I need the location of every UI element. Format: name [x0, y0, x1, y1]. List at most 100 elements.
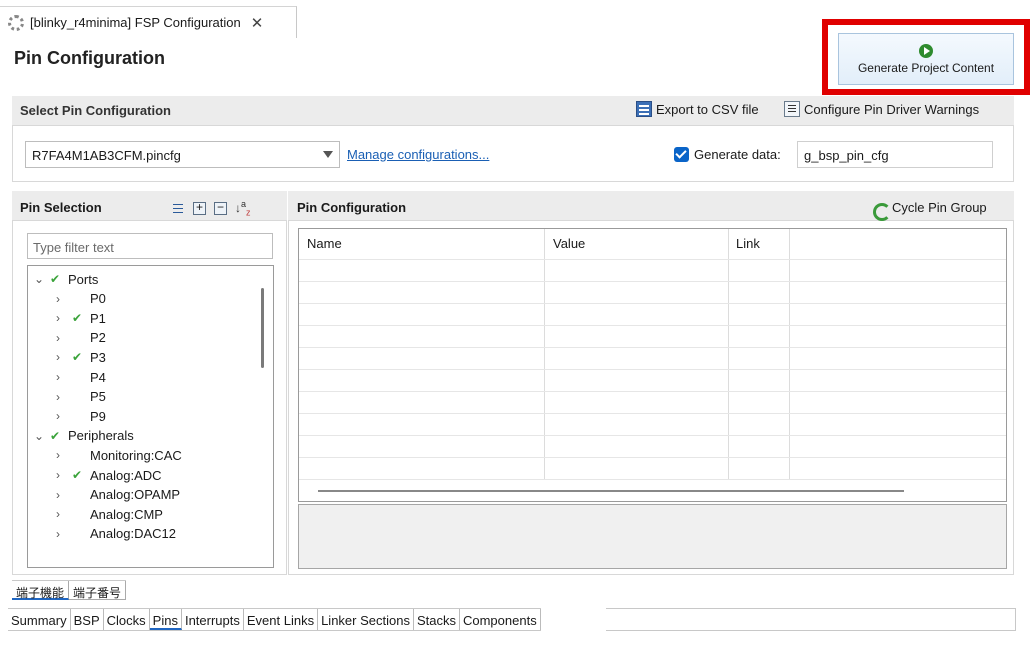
tree-item[interactable]: › P4	[56, 367, 106, 387]
table-row-divider	[299, 435, 1006, 436]
gear-icon	[8, 14, 24, 31]
check-icon: ✔	[72, 468, 83, 482]
tree-item-label: P3	[90, 349, 106, 365]
chevron-right-icon[interactable]: ›	[56, 331, 66, 345]
tree-item[interactable]: › P5	[56, 387, 106, 407]
bottom-tabs-filler	[606, 608, 1016, 631]
table-horizontal-scrollbar[interactable]	[318, 490, 904, 492]
tab-pin-function[interactable]: 端子機能	[12, 581, 70, 600]
editor-tab[interactable]: [blinky_r4minima] FSP Configuration ✕	[0, 6, 297, 38]
tab-clocks[interactable]: Clocks	[104, 609, 150, 630]
tree-item-label: P1	[90, 310, 106, 326]
collapse-all-icon[interactable]	[214, 200, 227, 215]
tree-item-label: P5	[90, 389, 106, 405]
manage-configurations-link[interactable]: Manage configurations...	[347, 147, 489, 162]
spreadsheet-icon	[636, 101, 652, 117]
tree-scrollbar-thumb[interactable]	[261, 288, 264, 368]
configure-warnings-label: Configure Pin Driver Warnings	[804, 101, 980, 117]
chevron-right-icon[interactable]: ›	[56, 390, 66, 404]
tree-item[interactable]: › P2	[56, 328, 106, 348]
chevron-right-icon[interactable]: ›	[56, 448, 66, 462]
generate-data-checkbox[interactable]	[674, 147, 689, 162]
check-icon: ✔	[72, 350, 83, 365]
chevron-right-icon[interactable]: ›	[56, 350, 66, 364]
pin-tree[interactable]: ⌄ ✔ Ports › P0 › ✔ P1 › P2 › ✔ P3 › P4 › P5 › P9 ⌄ ✔ Peripher…	[27, 265, 274, 568]
tree-item[interactable]: › ✔ P3	[56, 347, 106, 367]
pin-details-area	[298, 504, 1007, 569]
tree-item-label: P9	[90, 408, 106, 424]
tab-bsp[interactable]: BSP	[71, 609, 104, 630]
pin-view-tabs: 端子機能 端子番号	[12, 580, 127, 600]
page-title: Pin Configuration	[14, 48, 165, 68]
tab-stacks[interactable]: Stacks	[414, 609, 460, 630]
export-csv-button[interactable]: Export to CSV file	[636, 101, 759, 117]
column-header-name[interactable]: Name	[307, 236, 342, 251]
column-divider	[789, 229, 790, 479]
tree-item[interactable]: ⌄ ✔ Ports	[34, 269, 98, 289]
tree-item[interactable]: › Analog:OPAMP	[56, 485, 180, 505]
pin-config-select[interactable]: R7FA4M1AB3CFM.pincfg	[25, 141, 340, 168]
highlight-box	[822, 19, 1030, 95]
tab-linker-sections[interactable]: Linker Sections	[318, 609, 414, 630]
list-view-icon[interactable]	[172, 202, 185, 215]
tab-pin-number[interactable]: 端子番号	[69, 581, 127, 600]
pin-selection-toolbar: ↓az	[172, 199, 251, 217]
tree-item[interactable]: › ✔ P1	[56, 308, 106, 328]
tab-components[interactable]: Components	[460, 609, 541, 630]
table-row-divider	[299, 391, 1006, 392]
chevron-right-icon[interactable]: ›	[56, 488, 66, 502]
chevron-right-icon[interactable]: ›	[56, 292, 66, 306]
cycle-icon	[872, 201, 891, 221]
dropdown-arrow-icon	[323, 151, 333, 158]
column-header-link[interactable]: Link	[736, 236, 760, 251]
chevron-right-icon[interactable]: ›	[56, 507, 66, 521]
close-icon[interactable]: ✕	[251, 14, 264, 32]
tree-item[interactable]: › ✔ Analog:ADC	[56, 465, 162, 485]
tree-item-label: Peripherals	[68, 428, 134, 444]
table-row-divider	[299, 457, 1006, 458]
cycle-pin-group-label: Cycle Pin Group	[892, 200, 987, 215]
tree-item-label: Analog:ADC	[90, 467, 162, 483]
editor-tab-title: [blinky_r4minima] FSP Configuration	[30, 15, 241, 30]
chevron-down-icon[interactable]: ⌄	[34, 429, 44, 443]
pin-config-table[interactable]: Name Value Link	[298, 228, 1007, 502]
table-row-divider	[299, 479, 1006, 480]
cycle-pin-group-button[interactable]: Cycle Pin Group	[872, 200, 987, 221]
chevron-right-icon[interactable]: ›	[56, 311, 66, 325]
filter-input[interactable]: Type filter text	[27, 233, 273, 259]
tree-item-label: Analog:CMP	[90, 506, 163, 522]
pin-selection-title: Pin Selection	[20, 200, 102, 215]
tree-item-label: Monitoring:CAC	[90, 447, 182, 463]
column-header-value[interactable]: Value	[553, 236, 585, 251]
expand-all-icon[interactable]	[193, 200, 206, 215]
check-icon: ✔	[50, 428, 61, 443]
tree-item[interactable]: › Analog:CMP	[56, 504, 163, 524]
tab-event-links[interactable]: Event Links	[244, 609, 319, 630]
pin-configuration-title: Pin Configuration	[297, 200, 407, 215]
chevron-down-icon[interactable]: ⌄	[34, 272, 44, 286]
table-row-divider	[299, 347, 1006, 348]
tree-item-label: P2	[90, 330, 106, 346]
fsp-configuration-editor: [blinky_r4minima] FSP Configuration ✕ ▭ …	[0, 0, 1034, 646]
tree-item[interactable]: › Analog:DAC12	[56, 524, 176, 544]
tree-item[interactable]: › Monitoring:CAC	[56, 445, 182, 465]
tree-item[interactable]: › P9	[56, 406, 106, 426]
export-csv-label: Export to CSV file	[656, 101, 759, 117]
generate-data-input[interactable]: g_bsp_pin_cfg	[797, 141, 993, 168]
selected-config-value: R7FA4M1AB3CFM.pincfg	[32, 148, 181, 163]
tree-item[interactable]: ⌄ ✔ Peripherals	[34, 426, 134, 446]
chevron-right-icon[interactable]: ›	[56, 468, 66, 482]
tab-interrupts[interactable]: Interrupts	[182, 609, 244, 630]
configure-warnings-button[interactable]: Configure Pin Driver Warnings	[784, 101, 979, 117]
tab-summary[interactable]: Summary	[8, 609, 71, 630]
chevron-right-icon[interactable]: ›	[56, 527, 66, 541]
table-row-divider	[299, 259, 1006, 260]
chevron-right-icon[interactable]: ›	[56, 409, 66, 423]
tree-item[interactable]: › P0	[56, 289, 106, 309]
check-icon: ✔	[72, 311, 83, 326]
chevron-right-icon[interactable]: ›	[56, 370, 66, 384]
sort-icon[interactable]: ↓az	[235, 199, 251, 217]
tab-pins[interactable]: Pins	[149, 609, 182, 630]
list-icon	[784, 101, 800, 117]
tree-item-label: Ports	[68, 271, 99, 287]
